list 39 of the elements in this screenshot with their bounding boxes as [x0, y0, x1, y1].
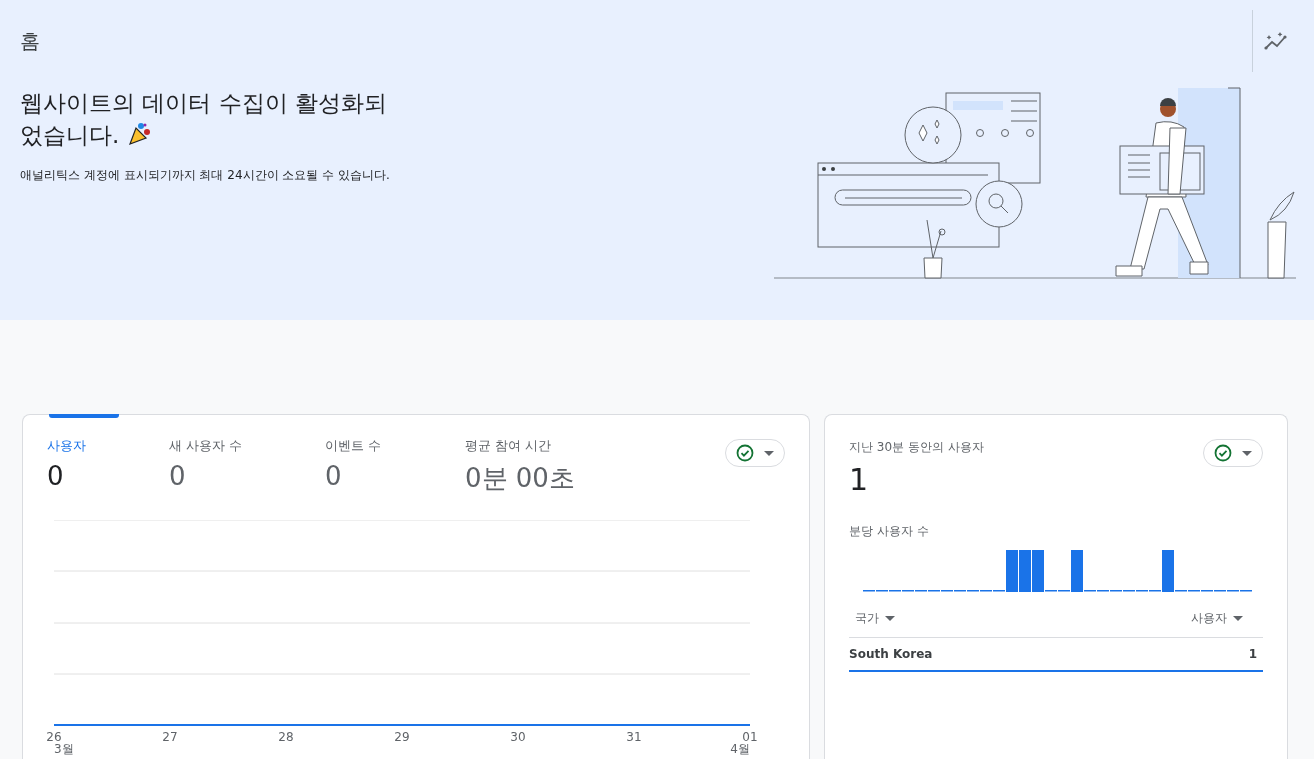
bar — [1006, 550, 1018, 592]
bar — [1071, 550, 1083, 592]
table-cell: South Korea — [849, 647, 933, 661]
axis-label: 01 — [742, 730, 758, 744]
metric-tab[interactable]: 평균 참여 시간 0분 00초 — [465, 437, 665, 496]
metric-tab[interactable]: 사용자 0 — [47, 437, 169, 491]
caret-icon — [1233, 616, 1243, 621]
caret-icon — [885, 616, 895, 621]
insights-icon — [1264, 32, 1288, 52]
bar — [1162, 550, 1174, 592]
headline: 웹사이트의 데이터 수집이 활성화되었습니다. — [20, 89, 388, 150]
chart-subtitle: 분당 사용자 수 — [849, 523, 930, 540]
caret-icon — [1242, 450, 1252, 456]
axis-label: 3월 — [54, 742, 74, 756]
axis-label: 31 — [626, 730, 642, 744]
axis-label: 29 — [394, 730, 410, 744]
selected-indicator — [49, 414, 119, 418]
column-header[interactable]: 사용자 — [1191, 610, 1243, 627]
info-text: 애널리틱스 계정에 표시되기까지 최대 24시간이 소요될 수 있습니다. — [20, 167, 391, 184]
status-dropdown[interactable] — [1203, 439, 1263, 467]
page-title: 홈 — [20, 28, 41, 55]
axis-label: 27 — [162, 730, 178, 744]
caret-icon — [764, 450, 774, 456]
metric-tab[interactable]: 이벤트 수 0 — [325, 437, 465, 491]
user-count: 1 — [849, 462, 870, 497]
bar — [1019, 550, 1031, 592]
check-circle-icon — [736, 444, 754, 462]
card-title: 지난 30분 동안의 사용자 — [849, 439, 984, 456]
check-circle-icon — [1214, 444, 1232, 462]
axis-label: 26 — [46, 730, 62, 744]
table-cell-text: 1 — [1248, 647, 1258, 661]
status-dropdown[interactable] — [725, 439, 785, 467]
axis-label: 30 — [510, 730, 526, 744]
axis-label: 28 — [278, 730, 294, 744]
bar — [1032, 550, 1044, 592]
metric-tab[interactable]: 새 사용자 수 0 — [169, 437, 325, 491]
axis-label: 4월 — [730, 742, 750, 756]
column-header[interactable]: 국가 — [855, 610, 895, 627]
party-popper-icon — [126, 120, 153, 146]
